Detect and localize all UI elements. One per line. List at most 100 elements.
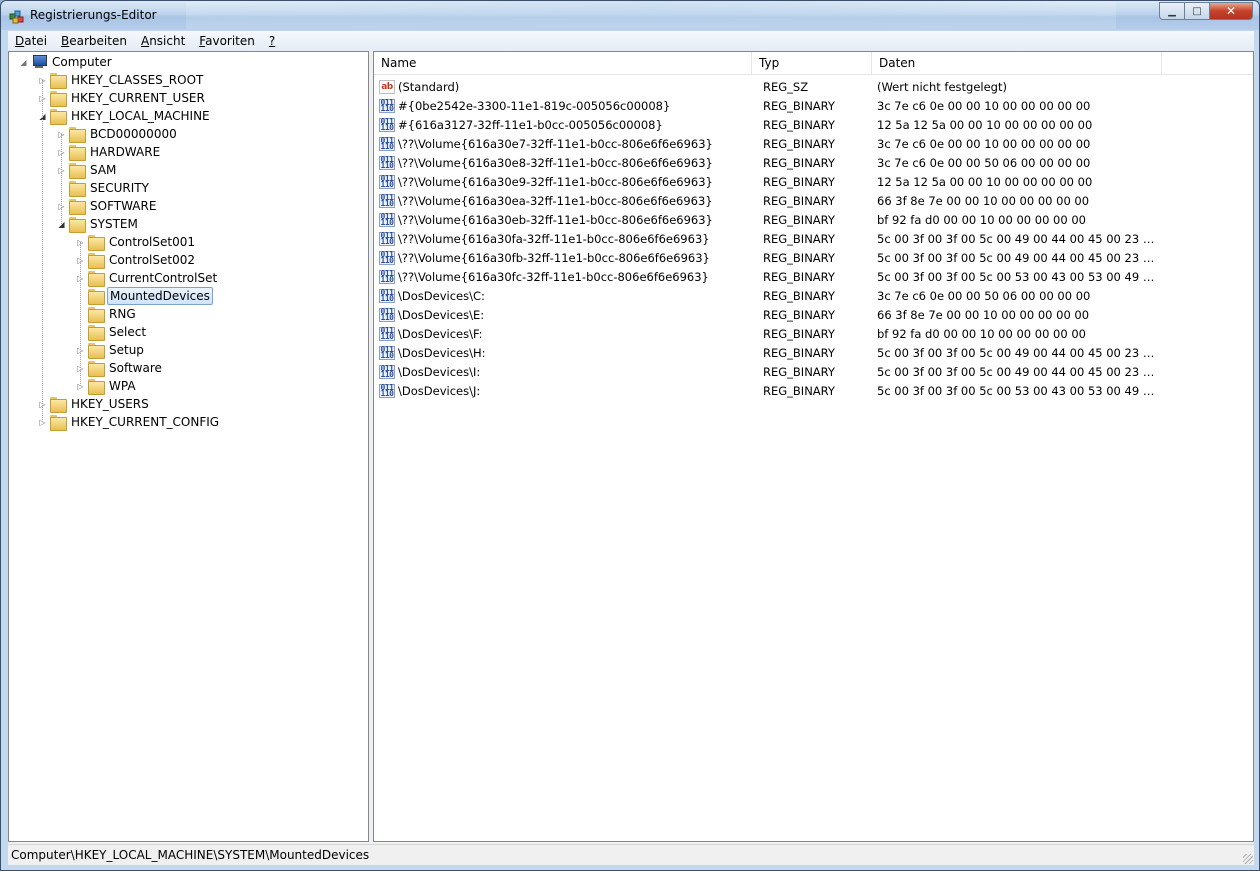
string-value-icon: ab: [379, 79, 395, 94]
tree-guide-line: [42, 80, 43, 422]
tree-node-rng[interactable]: RNG: [76, 305, 138, 323]
menu-item-help[interactable]: ?: [262, 34, 282, 48]
value-name-cell: 011 110 \DosDevices\F:: [374, 326, 754, 341]
folder-icon: [69, 145, 86, 161]
value-data: (Wert nicht festgelegt): [877, 79, 1007, 94]
list-item[interactable]: 011 110 #{0be2542e-3300-11e1-819c-005056c0…: [374, 96, 1253, 115]
value-name: \??\Volume{616a30ea-32ff-11e1-b0cc-806e6…: [398, 193, 713, 208]
list-item[interactable]: 011 110 \DosDevices\H: REG_BINARY 5c 00 3f 0…: [374, 343, 1253, 362]
binary-value-icon: 011 110: [379, 326, 395, 341]
column-header-name[interactable]: Name: [374, 52, 752, 75]
binary-value-icon: 011 110: [379, 136, 395, 151]
value-name-cell: 011 110 \??\Volume{616a30fb-32ff-11e1-b0cc…: [374, 250, 754, 265]
folder-icon: [88, 361, 105, 377]
close-button[interactable]: ✕: [1209, 2, 1253, 20]
value-name: #{616a3127-32ff-11e1-b0cc-005056c00008}: [398, 117, 663, 132]
value-name-cell: 011 110 \DosDevices\E:: [374, 307, 754, 322]
tree-node-software[interactable]: ▷ SOFTWARE: [57, 197, 158, 215]
tree-node-label: MountedDevices: [107, 287, 213, 305]
list-item[interactable]: 011 110 #{616a3127-32ff-11e1-b0cc-005056c0…: [374, 115, 1253, 134]
list-item[interactable]: 011 110 \??\Volume{616a30e8-32ff-11e1-b0cc…: [374, 153, 1253, 172]
list-item[interactable]: 011 110 \DosDevices\E: REG_BINARY 66 3f 8e 7…: [374, 305, 1253, 324]
value-name: \??\Volume{616a30fc-32ff-11e1-b0cc-806e6…: [398, 269, 709, 284]
value-name-cell: 011 110 \DosDevices\I:: [374, 364, 754, 379]
menu-item-ansicht[interactable]: Ansicht: [134, 34, 192, 48]
tree-node-controlset002[interactable]: ▷ ControlSet002: [76, 251, 197, 269]
value-data: 5c 00 3f 00 3f 00 5c 00 49 00 44 00 45 0…: [877, 364, 1159, 379]
value-type: REG_BINARY: [763, 383, 835, 398]
value-type: REG_BINARY: [763, 250, 835, 265]
column-header-data[interactable]: Daten: [872, 52, 1162, 75]
list-item[interactable]: 011 110 \??\Volume{616a30fa-32ff-11e1-b0cc…: [374, 229, 1253, 248]
tree-guide-line: [80, 242, 81, 386]
menu-item-datei[interactable]: Datei: [8, 34, 54, 48]
maximize-button[interactable]: □: [1184, 2, 1210, 20]
values-list-pane[interactable]: Name Typ Daten ab (Standard) REG_SZ (Wert n…: [373, 51, 1254, 842]
binary-glyph-bottom: 110: [380, 179, 394, 189]
tree-node-hkey-users[interactable]: ▷ HKEY_USERS: [38, 395, 151, 413]
value-type: REG_BINARY: [763, 269, 835, 284]
value-name-cell: 011 110 \??\Volume{616a30e8-32ff-11e1-b0cc…: [374, 155, 754, 170]
menu-item-bearbeiten[interactable]: Bearbeiten: [54, 34, 134, 48]
value-data: 3c 7e c6 0e 00 00 10 00 00 00 00 00: [877, 136, 1091, 151]
expanded-icon[interactable]: ◢: [19, 58, 28, 67]
tree-node-security[interactable]: SECURITY: [57, 179, 151, 197]
binary-value-icon: 011 110: [379, 155, 395, 170]
menu-bar: Datei Bearbeiten Ansicht Favoriten?: [8, 31, 1254, 51]
tree-node-currentcontrolset[interactable]: ▷ CurrentControlSet: [76, 269, 219, 287]
list-item[interactable]: 011 110 \DosDevices\I: REG_BINARY 5c 00 3f 0…: [374, 362, 1253, 381]
tree-node-sam[interactable]: ▷ SAM: [57, 161, 118, 179]
value-name-cell: 011 110 \??\Volume{616a30fc-32ff-11e1-b0cc…: [374, 269, 754, 284]
tree-node-software[interactable]: ▷ Software: [76, 359, 164, 377]
list-item[interactable]: 011 110 \??\Volume{616a30e9-32ff-11e1-b0cc…: [374, 172, 1253, 191]
list-item[interactable]: 011 110 \??\Volume{616a30fc-32ff-11e1-b0cc…: [374, 267, 1253, 286]
tree-node-hardware[interactable]: ▷ HARDWARE: [57, 143, 162, 161]
value-data: 5c 00 3f 00 3f 00 5c 00 49 00 44 00 45 0…: [877, 231, 1159, 246]
value-type: REG_BINARY: [763, 231, 835, 246]
column-header-type[interactable]: Typ: [752, 52, 872, 75]
tree-node-label: BCD00000000: [90, 127, 177, 141]
title-bar[interactable]: Registrierungs-Editor ▁ □ ✕: [1, 1, 1259, 30]
tree-node-system[interactable]: ◢ SYSTEM: [57, 215, 140, 233]
value-data: 3c 7e c6 0e 00 00 50 06 00 00 00 00: [877, 155, 1091, 170]
list-item[interactable]: 011 110 \??\Volume{616a30fb-32ff-11e1-b0cc…: [374, 248, 1253, 267]
binary-value-icon: 011 110: [379, 174, 395, 189]
tree-node-computer[interactable]: ◢ Computer: [19, 53, 114, 71]
key-tree-pane[interactable]: ◢ Computer ▷ HKEY_CLASSES_ROOT ▷ HKEY_CURRE…: [8, 51, 369, 842]
list-item[interactable]: 011 110 \DosDevices\F: REG_BINARY bf 92 fa d…: [374, 324, 1253, 343]
menu-item-favoriten[interactable]: Favoriten: [192, 34, 262, 48]
tree-node-wpa[interactable]: ▷ WPA: [76, 377, 138, 395]
tree-node-select[interactable]: Select: [76, 323, 148, 341]
folder-icon: [88, 253, 105, 269]
folder-icon: [88, 271, 105, 287]
tree-node-setup[interactable]: ▷ Setup: [76, 341, 146, 359]
list-item[interactable]: 011 110 \??\Volume{616a30ea-32ff-11e1-b0cc…: [374, 191, 1253, 210]
list-item[interactable]: 011 110 \??\Volume{616a30e7-32ff-11e1-b0cc…: [374, 134, 1253, 153]
minimize-button[interactable]: ▁: [1159, 2, 1185, 20]
binary-glyph-bottom: 110: [380, 369, 394, 379]
tree-node-hkey-local-machine[interactable]: ◢ HKEY_LOCAL_MACHINE: [38, 107, 212, 125]
value-name: #{0be2542e-3300-11e1-819c-005056c00008}: [398, 98, 671, 113]
folder-icon: [69, 217, 86, 233]
tree-node-hkey-current-user[interactable]: ▷ HKEY_CURRENT_USER: [38, 89, 207, 107]
list-item[interactable]: 011 110 \DosDevices\J: REG_BINARY 5c 00 3f 0…: [374, 381, 1253, 400]
resize-grip[interactable]: [1243, 854, 1253, 864]
list-item[interactable]: ab (Standard) REG_SZ (Wert nicht festgelegt…: [374, 77, 1253, 96]
binary-glyph-bottom: 110: [380, 331, 394, 341]
list-item[interactable]: 011 110 \DosDevices\C: REG_BINARY 3c 7e c6 0…: [374, 286, 1253, 305]
tree-node-hkey-classes-root[interactable]: ▷ HKEY_CLASSES_ROOT: [38, 71, 205, 89]
value-name-cell: 011 110 \DosDevices\J:: [374, 383, 754, 398]
value-name-cell: 011 110 \DosDevices\C:: [374, 288, 754, 303]
tree-node-bcd00000000[interactable]: ▷ BCD00000000: [57, 125, 179, 143]
tree-node-mounteddevices[interactable]: MountedDevices: [76, 287, 213, 305]
tree-node-label: SYSTEM: [90, 217, 138, 231]
binary-value-icon: 011 110: [379, 383, 395, 398]
folder-icon: [88, 235, 105, 251]
tree-node-hkey-current-config[interactable]: ▷ HKEY_CURRENT_CONFIG: [38, 413, 221, 431]
tree-node-controlset001[interactable]: ▷ ControlSet001: [76, 233, 197, 251]
list-item[interactable]: 011 110 \??\Volume{616a30eb-32ff-11e1-b0cc…: [374, 210, 1253, 229]
value-name: \??\Volume{616a30e7-32ff-11e1-b0cc-806e6…: [398, 136, 713, 151]
value-name: \DosDevices\I:: [398, 364, 481, 379]
binary-glyph-bottom: 110: [380, 350, 394, 360]
value-type: REG_SZ: [763, 79, 809, 94]
